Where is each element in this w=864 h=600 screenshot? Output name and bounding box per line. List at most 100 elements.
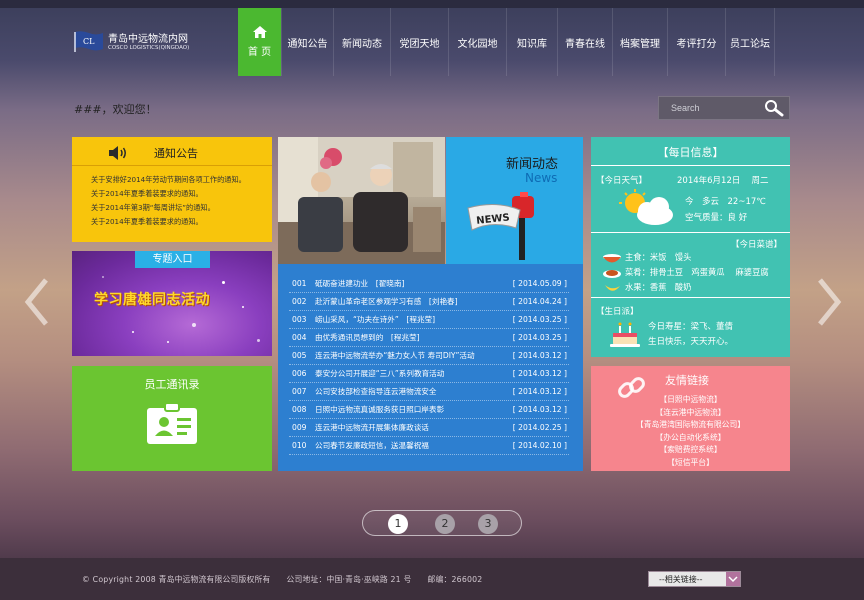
news-title[interactable]: 由优秀通讯员想到的 [程兆莹] <box>315 329 420 346</box>
page-1-button[interactable]: 1 <box>388 514 408 534</box>
friend-link[interactable]: 【连云港中远物流】 <box>591 407 790 420</box>
nav-notice[interactable]: 通知公告 <box>281 8 333 76</box>
topic-banner[interactable]: 专题入口 学习唐雄同志活动 <box>72 251 272 356</box>
news-number: 008 <box>292 405 307 414</box>
notice-item[interactable]: 关于2014年第3期“每周讲坛”的通知。 <box>91 201 246 215</box>
nav-home-label: 首 页 <box>247 47 272 58</box>
news-title[interactable]: 赴沂蒙山革命老区参观学习有感 [刘艳春] <box>315 293 458 310</box>
news-header-panel[interactable]: 新闻动态 News NEWS <box>446 137 583 264</box>
nav-party-label: 党团天地 <box>399 38 440 50</box>
nav-news[interactable]: 新闻动态 <box>333 8 390 76</box>
daily-info-panel: 【每日信息】 【今日天气】 2014年6月12日 周二 今 多云 22~17℃ … <box>591 137 790 357</box>
news-row[interactable]: 003 崂山采风，“功夫在诗外” [程兆莹] [ 2014.03.25 ] <box>289 311 569 329</box>
page-3-button[interactable]: 3 <box>478 514 498 534</box>
news-row[interactable]: 010 公司春节发廉政短信，送温馨祝福 [ 2014.02.10 ] <box>289 437 569 455</box>
staff-directory-panel[interactable]: 员工通讯录 <box>72 366 272 471</box>
news-title[interactable]: 连云港中远物流举办“魅力女人节 寿司DIY”活动 <box>315 347 475 364</box>
prev-arrow-icon[interactable] <box>22 278 52 326</box>
notice-item[interactable]: 关于2014年夏季着装要求的通知。 <box>91 215 246 229</box>
news-photo[interactable] <box>278 137 445 264</box>
news-title[interactable]: 日照中远物流真诚服务获日照口岸表彰 <box>315 401 444 418</box>
friend-link[interactable]: 【日照中远物流】 <box>591 394 790 407</box>
news-title[interactable]: 连云港中远物流开展集体廉政谈话 <box>315 419 429 436</box>
news-date: [ 2014.04.24 ] <box>512 297 567 306</box>
news-title[interactable]: 泰安分公司开展迎“三八”系列教育活动 <box>315 365 444 382</box>
news-row[interactable]: 004 由优秀通讯员想到的 [程兆莹] [ 2014.03.25 ] <box>289 329 569 347</box>
news-header-title: 新闻动态 <box>506 157 559 172</box>
topic-tag: 专题入口 <box>135 251 210 268</box>
sparkle <box>132 331 134 333</box>
sparkle <box>257 339 260 342</box>
menu-fruit: 水果：香蕉 酸奶 <box>625 282 692 292</box>
birthday-names: 今日寿星：梁飞、董倩 <box>648 322 734 332</box>
news-row[interactable]: 008 日照中远物流真诚服务获日照口岸表彰 [ 2014.03.12 ] <box>289 401 569 419</box>
news-number: 003 <box>292 315 307 324</box>
news-header-subtitle: News <box>525 171 558 185</box>
nav-youth[interactable]: 青春在线 <box>557 8 612 76</box>
news-title[interactable]: 砥砺奋进建功业 [翟晓南] <box>315 275 404 292</box>
notice-divider <box>72 165 272 166</box>
news-number: 002 <box>292 297 307 306</box>
news-title[interactable]: 公司春节发廉政短信，送温馨祝福 <box>315 437 429 454</box>
menu-staple: 主食：米饭 馒头 <box>625 252 692 262</box>
daily-divider <box>591 165 790 166</box>
site-title-en: COSCO LOGISTICS(QINGDAO) <box>108 45 190 51</box>
top-strip <box>0 0 864 8</box>
svg-text:CL: CL <box>83 37 95 46</box>
nav-culture-label: 文化园地 <box>457 38 498 50</box>
next-arrow-icon[interactable] <box>814 278 844 326</box>
id-card-icon <box>147 402 197 444</box>
copyright-text: © Copyright 2008 青岛中远物流有限公司版权所有 公司地址：中国·… <box>82 575 483 584</box>
friend-link[interactable]: 【青岛港湾国际物流有限公司】 <box>591 419 790 432</box>
notice-title: 通知公告 <box>154 147 198 160</box>
banana-icon <box>605 285 620 291</box>
news-row[interactable]: 009 连云港中远物流开展集体廉政谈话 [ 2014.02.25 ] <box>289 419 569 437</box>
nav-forum[interactable]: 员工论坛 <box>725 8 775 76</box>
friend-links-panel: 友情链接 【日照中远物流】 【连云港中远物流】 【青岛港湾国际物流有限公司】 【… <box>591 366 790 471</box>
nav-culture[interactable]: 文化园地 <box>448 8 506 76</box>
news-row[interactable]: 002 赴沂蒙山革命老区参观学习有感 [刘艳春] [ 2014.04.24 ] <box>289 293 569 311</box>
site-logo[interactable]: CL 青岛中远物流内网 COSCO LOGISTICS(QINGDAO) <box>74 30 214 64</box>
news-date: [ 2014.02.25 ] <box>512 423 567 432</box>
nav-news-label: 新闻动态 <box>342 38 382 50</box>
search-box <box>658 96 790 120</box>
notice-panel: 通知公告 关于安排好2014年劳动节期间各项工作的通知。 关于2014年夏季着装… <box>72 137 272 242</box>
nav-evaluation-label: 考评打分 <box>676 38 717 50</box>
news-row[interactable]: 006 泰安分公司开展迎“三八”系列教育活动 [ 2014.03.12 ] <box>289 365 569 383</box>
mailbox-news-icon: NEWS <box>467 192 534 260</box>
chevron-down-icon[interactable] <box>726 572 740 586</box>
news-number: 006 <box>292 369 307 378</box>
friend-link[interactable]: 【短信平台】 <box>591 457 790 470</box>
news-row[interactable]: 007 公司安技部检查指导连云港物流安全 [ 2014.03.12 ] <box>289 383 569 401</box>
notice-item[interactable]: 关于安排好2014年劳动节期间各项工作的通知。 <box>91 173 246 187</box>
sparkle <box>167 341 169 343</box>
news-row[interactable]: 001 砥砺奋进建功业 [翟晓南] [ 2014.05.09 ] <box>289 275 569 293</box>
news-row[interactable]: 005 连云港中远物流举办“魅力女人节 寿司DIY”活动 [ 2014.03.12 … <box>289 347 569 365</box>
page-2-button[interactable]: 2 <box>435 514 455 534</box>
nav-party[interactable]: 党团天地 <box>390 8 448 76</box>
notice-item[interactable]: 关于2014年夏季着装要求的通知。 <box>91 187 246 201</box>
menu-dishes: 菜肴：排骨土豆 鸡蛋黄瓜 麻婆豆腐 <box>625 267 769 277</box>
nav-archive-label: 档案管理 <box>620 38 660 50</box>
weather-label: 【今日天气】 <box>596 176 648 186</box>
dish-icon <box>603 270 621 278</box>
sparkle <box>242 306 244 308</box>
news-date: [ 2014.03.25 ] <box>512 333 567 342</box>
nav-evaluation[interactable]: 考评打分 <box>667 8 725 76</box>
staff-directory-title: 员工通讯录 <box>144 378 200 391</box>
nav-knowledge[interactable]: 知识库 <box>506 8 557 76</box>
topic-banner-text: 学习唐雄同志活动 <box>94 292 210 308</box>
nav-archive[interactable]: 档案管理 <box>612 8 667 76</box>
news-date: [ 2014.05.09 ] <box>512 279 567 288</box>
news-title[interactable]: 崂山采风，“功夫在诗外” [程兆莹] <box>315 311 435 328</box>
search-input[interactable] <box>659 97 763 119</box>
home-icon <box>252 26 267 38</box>
news-date: [ 2014.03.12 ] <box>512 405 567 414</box>
news-number: 004 <box>292 333 307 342</box>
friend-link[interactable]: 【索赔费控系统】 <box>591 444 790 457</box>
nav-home[interactable]: 首 页 <box>238 8 281 76</box>
search-icon[interactable] <box>763 99 785 117</box>
related-links-select[interactable]: --相关链接-- <box>648 571 741 587</box>
news-title[interactable]: 公司安技部检查指导连云港物流安全 <box>315 383 437 400</box>
friend-link[interactable]: 【办公自动化系统】 <box>591 432 790 445</box>
